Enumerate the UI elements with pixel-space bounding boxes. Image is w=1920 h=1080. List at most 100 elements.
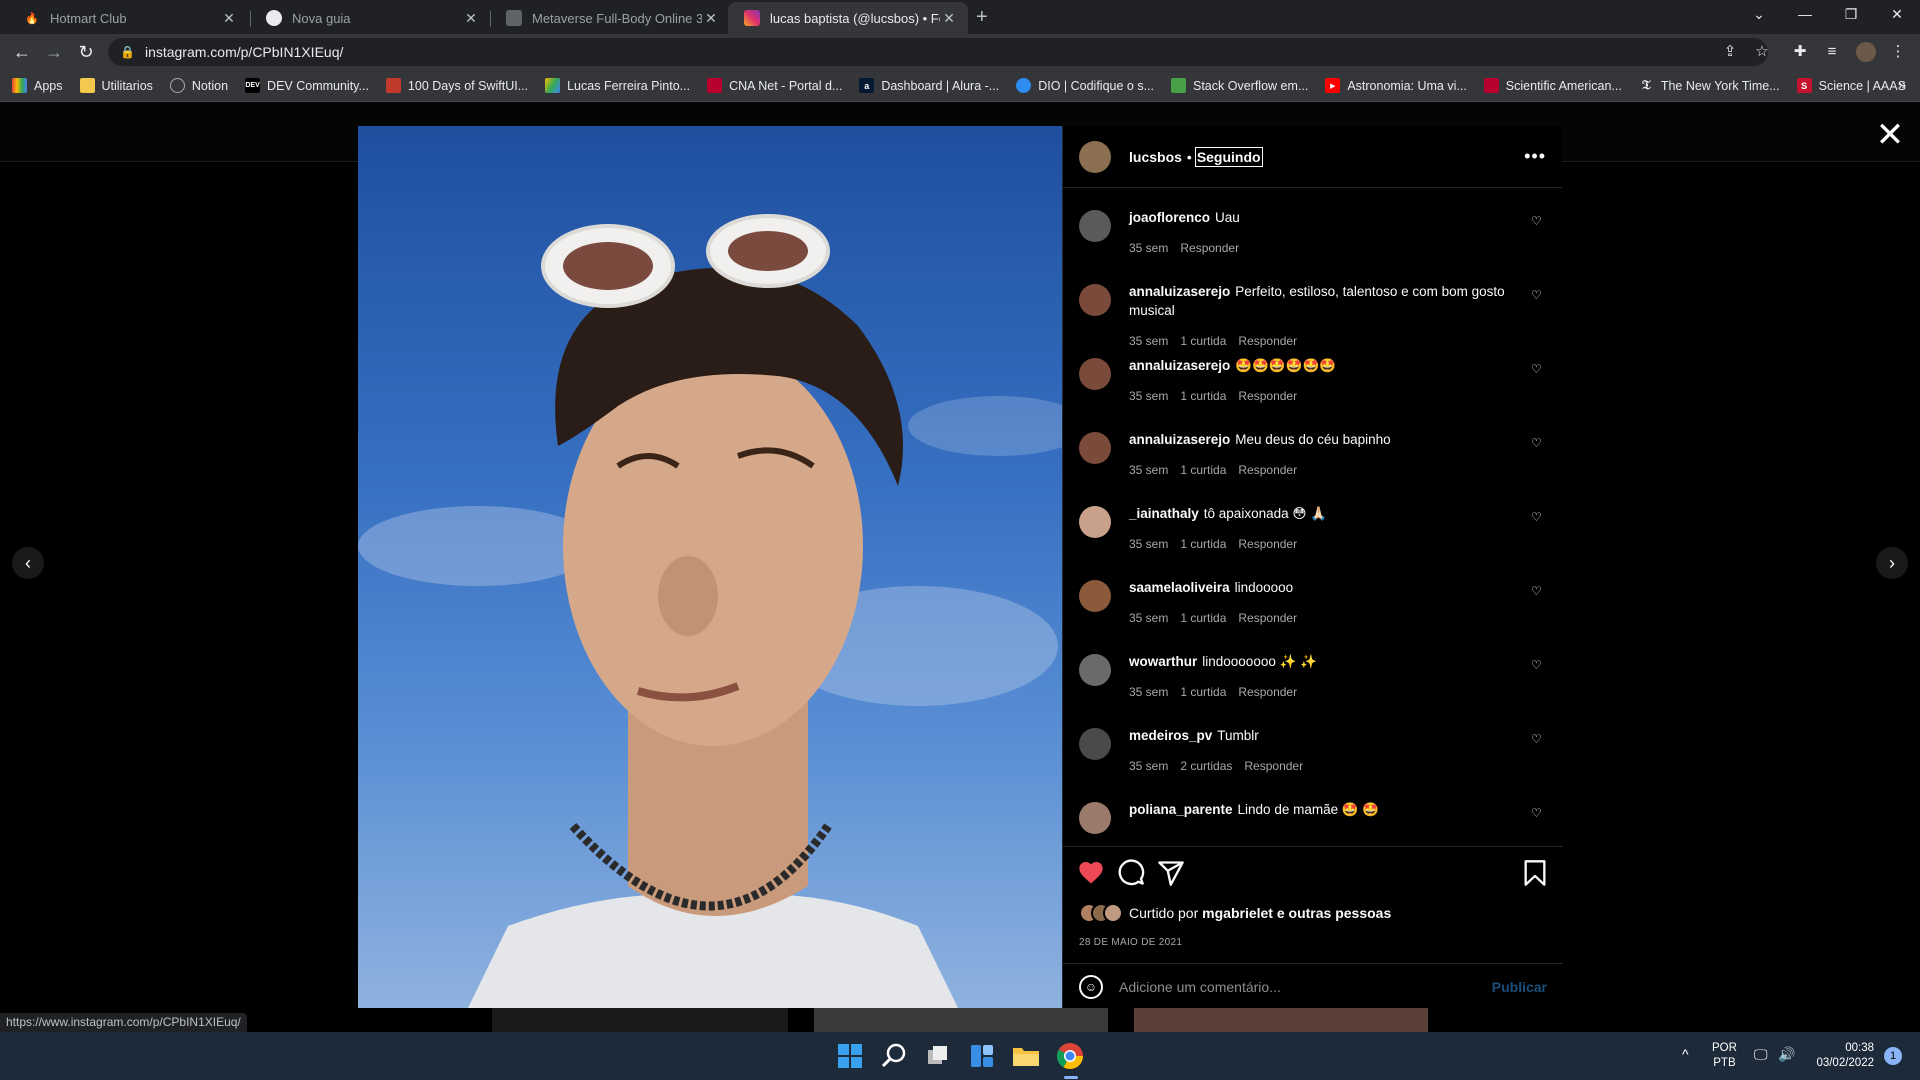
comment-likes[interactable]: 1 curtida	[1180, 685, 1226, 699]
comment-username[interactable]: annaluizaserejo	[1129, 358, 1230, 373]
comment-username[interactable]: saamelaoliveira	[1129, 580, 1230, 595]
comment-username[interactable]: annaluizaserejo	[1129, 284, 1230, 299]
input-language-indicator[interactable]: POR PTB	[1712, 1041, 1737, 1071]
commenter-avatar[interactable]	[1079, 802, 1111, 834]
more-options-icon[interactable]: •••	[1524, 146, 1546, 167]
bookmark-stackoverflow[interactable]: Stack Overflow em...	[1171, 78, 1308, 93]
publish-button[interactable]: Publicar	[1492, 979, 1547, 995]
commenter-avatar[interactable]	[1079, 432, 1111, 464]
chrome-menu-icon[interactable]: ⋮	[1888, 42, 1908, 62]
reply-button[interactable]: Responder	[1244, 759, 1303, 773]
bookmark-notion[interactable]: Notion	[169, 78, 228, 93]
comment-like-heart-icon[interactable]: ♡	[1531, 732, 1545, 746]
comment-like-heart-icon[interactable]: ♡	[1531, 510, 1545, 524]
bookmark-swiftui[interactable]: 100 Days of SwiftUI...	[385, 78, 528, 93]
next-post-arrow-icon[interactable]: ›	[1876, 547, 1908, 579]
minimize-button[interactable]: —	[1782, 0, 1828, 30]
forward-arrow-icon[interactable]: →	[42, 40, 66, 64]
comment-username[interactable]: poliana_parente	[1129, 802, 1233, 817]
comment-likes[interactable]: 1 curtida	[1180, 611, 1226, 625]
comment-like-heart-icon[interactable]: ♡	[1531, 806, 1545, 820]
chrome-taskbar-icon[interactable]	[1054, 1040, 1086, 1072]
comment-like-heart-icon[interactable]: ♡	[1531, 288, 1545, 302]
bookmark-dio[interactable]: DIO | Codifique o s...	[1016, 78, 1154, 93]
post-photo[interactable]	[358, 126, 1062, 1008]
reply-button[interactable]: Responder	[1180, 241, 1239, 255]
following-button[interactable]: Seguindo	[1194, 146, 1263, 167]
clock[interactable]: 00:38 03/02/2022	[1806, 1041, 1874, 1071]
file-explorer-icon[interactable]	[1010, 1040, 1042, 1072]
bookmark-science[interactable]: S Science | AAAS	[1796, 78, 1906, 93]
close-tab-icon[interactable]: ✕	[462, 10, 480, 27]
bookmark-star-icon[interactable]: ☆	[1752, 42, 1772, 62]
commenter-avatar[interactable]	[1079, 284, 1111, 316]
back-arrow-icon[interactable]: ←	[10, 40, 34, 64]
commenter-avatar[interactable]	[1079, 728, 1111, 760]
bookmark-drive[interactable]: Lucas Ferreira Pinto...	[545, 78, 690, 93]
comment-bubble-icon[interactable]	[1117, 859, 1145, 887]
commenter-avatar[interactable]	[1079, 580, 1111, 612]
comment-username[interactable]: wowarthur	[1129, 654, 1197, 669]
new-tab-button[interactable]: +	[976, 6, 988, 29]
commenter-avatar[interactable]	[1079, 210, 1111, 242]
comment-likes[interactable]: 2 curtidas	[1180, 759, 1232, 773]
reply-button[interactable]: Responder	[1238, 334, 1297, 348]
widgets-icon[interactable]	[966, 1040, 998, 1072]
comment-likes[interactable]: 1 curtida	[1180, 334, 1226, 348]
bookmark-nyt[interactable]: 𝔗 The New York Time...	[1639, 78, 1780, 93]
extensions-puzzle-icon[interactable]: ✚	[1790, 42, 1810, 62]
address-bar[interactable]: 🔒 instagram.com/p/CPbIN1XIEuq/	[108, 38, 1768, 66]
task-view-icon[interactable]	[922, 1040, 954, 1072]
previous-post-arrow-icon[interactable]: ‹	[12, 547, 44, 579]
reload-icon[interactable]: ↻	[74, 40, 98, 64]
comment-like-heart-icon[interactable]: ♡	[1531, 362, 1545, 376]
liked-others-link[interactable]: e outras pessoas	[1277, 905, 1391, 921]
comment-username[interactable]: annaluizaserejo	[1129, 432, 1230, 447]
commenter-avatar[interactable]	[1079, 358, 1111, 390]
bookmarks-overflow-icon[interactable]: »	[1898, 76, 1906, 92]
comment-username[interactable]: _iainathaly	[1129, 506, 1199, 521]
comment-likes[interactable]: 1 curtida	[1180, 463, 1226, 477]
liked-by-row[interactable]: Curtido por mgabrielet e outras pessoas	[1079, 903, 1391, 923]
commenter-avatar[interactable]	[1079, 654, 1111, 686]
tab-search-icon[interactable]: ⌄	[1736, 0, 1782, 30]
comment-like-heart-icon[interactable]: ♡	[1531, 658, 1545, 672]
volume-icon[interactable]: 🔊	[1778, 1046, 1795, 1063]
reading-list-icon[interactable]: ≡	[1822, 42, 1842, 62]
comment-likes[interactable]: 1 curtida	[1180, 389, 1226, 403]
author-username[interactable]: lucsbos	[1129, 149, 1182, 165]
commenter-avatar[interactable]	[1079, 506, 1111, 538]
tab-metaverse[interactable]: Metaverse Full-Body Online 3D A ✕	[490, 2, 730, 34]
liked-user-link[interactable]: mgabrielet	[1202, 905, 1273, 921]
reply-button[interactable]: Responder	[1238, 611, 1297, 625]
restore-button[interactable]: ❐	[1828, 0, 1874, 30]
share-direct-icon[interactable]	[1157, 859, 1185, 887]
save-bookmark-icon[interactable]	[1521, 859, 1549, 887]
tab-hotmart[interactable]: 🔥 Hotmart Club ✕	[8, 2, 248, 34]
reply-button[interactable]: Responder	[1238, 463, 1297, 477]
comment-like-heart-icon[interactable]: ♡	[1531, 436, 1545, 450]
reply-button[interactable]: Responder	[1238, 685, 1297, 699]
profile-avatar[interactable]	[1856, 42, 1876, 62]
notification-badge[interactable]: 1	[1884, 1047, 1902, 1065]
bookmark-apps[interactable]: Apps	[12, 78, 63, 93]
bookmark-cna[interactable]: CNA Net - Portal d...	[707, 78, 842, 93]
bookmark-astronomia[interactable]: ▶ Astronomia: Uma vi...	[1325, 78, 1467, 93]
comment-like-heart-icon[interactable]: ♡	[1531, 214, 1545, 228]
comment-username[interactable]: joaoflorenco	[1129, 210, 1210, 225]
share-icon[interactable]: ⇪	[1720, 42, 1740, 62]
close-tab-icon[interactable]: ✕	[702, 10, 720, 27]
close-tab-icon[interactable]: ✕	[940, 10, 958, 27]
search-icon[interactable]	[878, 1040, 910, 1072]
author-avatar[interactable]	[1079, 140, 1111, 173]
close-tab-icon[interactable]: ✕	[220, 10, 238, 27]
close-modal-icon[interactable]: ✕	[1872, 118, 1908, 154]
comment-likes[interactable]: 1 curtida	[1180, 537, 1226, 551]
network-icon[interactable]: 🖵	[1754, 1046, 1768, 1063]
emoji-icon[interactable]: ☺	[1079, 974, 1103, 999]
reply-button[interactable]: Responder	[1238, 389, 1297, 403]
bookmark-alura[interactable]: a Dashboard | Alura -...	[859, 78, 999, 93]
tab-instagram[interactable]: lucas baptista (@lucsbos) • Fotos ✕	[728, 2, 968, 34]
close-window-button[interactable]: ✕	[1874, 0, 1920, 30]
like-heart-icon[interactable]	[1077, 859, 1105, 887]
